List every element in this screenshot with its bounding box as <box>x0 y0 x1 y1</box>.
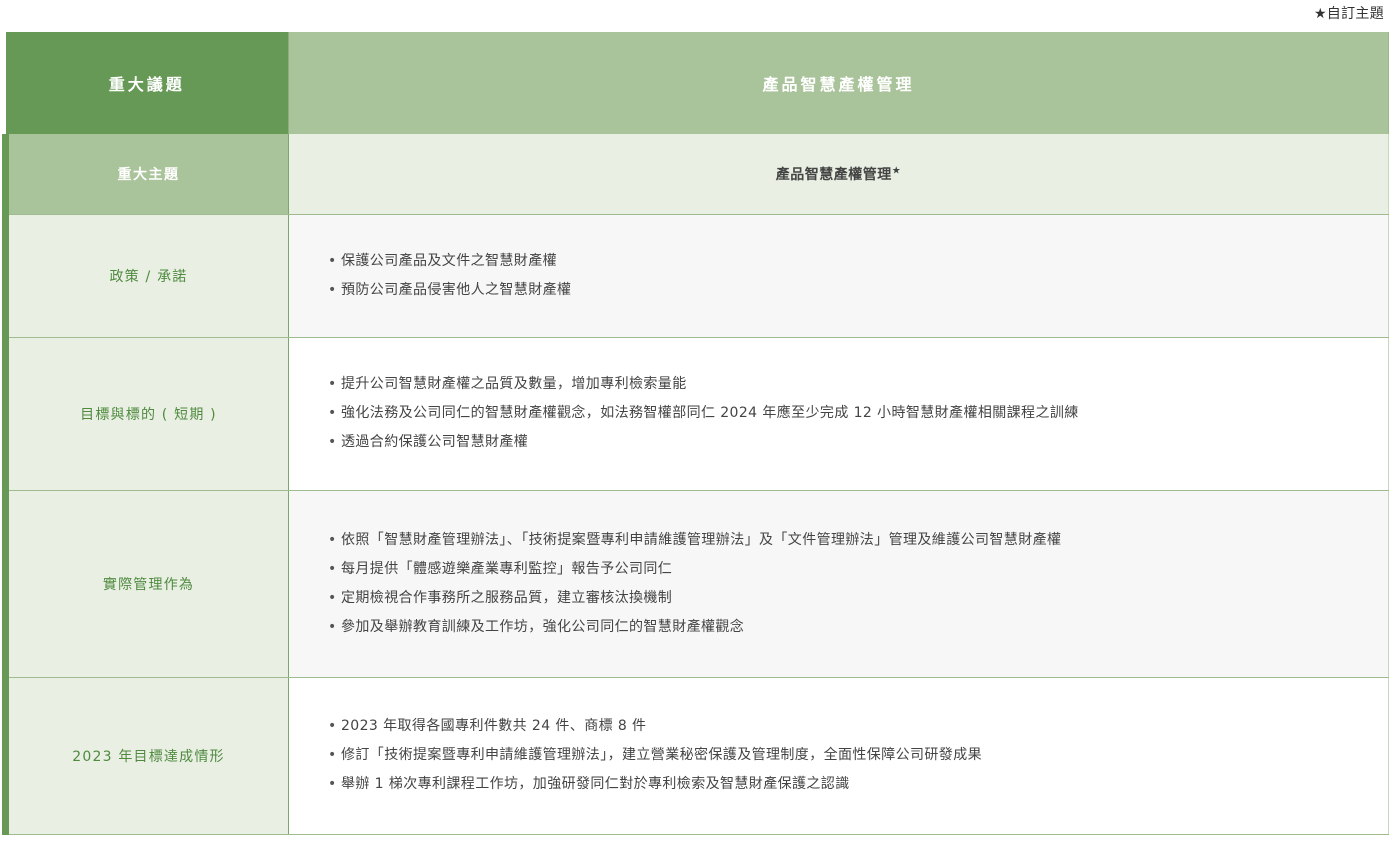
table-row: 政策 / 承諾 保護公司產品及文件之智慧財產權 預防公司產品侵害他人之智慧財產權 <box>2 214 1389 338</box>
achievement-list: 2023 年取得各國專利件數共 24 件、商標 8 件 修訂「技術提案暨專利申請… <box>289 712 1388 799</box>
custom-topic-note: ★自訂主題 <box>1313 6 1384 22</box>
actions-list: 依照「智慧財產管理辦法」、「技術提案暨專利申請維護管理辦法」及「文件管理辦法」管… <box>289 526 1388 642</box>
list-item: 定期檢視合作事務所之服務品質，建立審核汰換機制 <box>328 584 1388 613</box>
achievement-cell: 2023 年取得各國專利件數共 24 件、商標 8 件 修訂「技術提案暨專利申請… <box>288 677 1389 835</box>
goals-list: 提升公司智慧財產權之品質及數量，增加專利檢索量能 強化法務及公司同仁的智慧財產權… <box>289 370 1388 457</box>
table-row: 實際管理作為 依照「智慧財產管理辦法」、「技術提案暨專利申請維護管理辦法」及「文… <box>2 490 1389 678</box>
list-item: 強化法務及公司同仁的智慧財產權觀念，如法務智權部同仁 2024 年應至少完成 1… <box>328 399 1388 428</box>
material-topic-title: 產品智慧產權管理 <box>775 166 892 183</box>
table-header-row: 重大議題 產品智慧產權管理 <box>5 32 1389 134</box>
list-item: 預防公司產品侵害他人之智慧財產權 <box>328 276 1388 305</box>
policy-list: 保護公司產品及文件之智慧財產權 預防公司產品侵害他人之智慧財產權 <box>289 247 1388 305</box>
row-label-achievement: 2023 年目標達成情形 <box>2 677 289 835</box>
list-item: 提升公司智慧財產權之品質及數量，增加專利檢索量能 <box>328 370 1388 399</box>
row-label-material-topic: 重大主題 <box>2 134 289 215</box>
row-label-policy: 政策 / 承諾 <box>2 214 289 338</box>
table-row: 重大主題 產品智慧產權管理★ <box>2 134 1389 215</box>
actions-cell: 依照「智慧財產管理辦法」、「技術提案暨專利申請維護管理辦法」及「文件管理辦法」管… <box>288 490 1389 678</box>
header-material-issue: 重大議題 <box>5 32 289 134</box>
list-item: 2023 年取得各國專利件數共 24 件、商標 8 件 <box>328 712 1388 741</box>
policy-cell: 保護公司產品及文件之智慧財產權 預防公司產品侵害他人之智慧財產權 <box>288 214 1389 338</box>
list-item: 修訂「技術提案暨專利申請維護管理辦法」，建立營業秘密保護及管理制度，全面性保障公… <box>328 741 1388 770</box>
list-item: 參加及舉辦教育訓練及工作坊，強化公司同仁的智慧財產權觀念 <box>328 613 1388 642</box>
material-topic-table: 重大議題 產品智慧產權管理 重大主題 產品智慧產權管理★ 政策 / 承諾 保護公… <box>2 32 1389 835</box>
list-item: 透過合約保護公司智慧財產權 <box>328 428 1388 457</box>
star-icon: ★ <box>891 165 902 177</box>
material-topic-cell: 產品智慧產權管理★ <box>288 134 1389 215</box>
list-item: 每月提供「體感遊樂產業專利監控」報告予公司同仁 <box>328 555 1388 584</box>
table-row: 2023 年目標達成情形 2023 年取得各國專利件數共 24 件、商標 8 件… <box>2 677 1389 835</box>
table-row: 目標與標的 ( 短期 ) 提升公司智慧財產權之品質及數量，增加專利檢索量能 強化… <box>2 337 1389 491</box>
row-label-goals: 目標與標的 ( 短期 ) <box>2 337 289 491</box>
row-label-actions: 實際管理作為 <box>2 490 289 678</box>
header-issue-title: 產品智慧產權管理 <box>288 32 1389 134</box>
list-item: 舉辦 1 梯次專利課程工作坊，加強研發同仁對於專利檢索及智慧財產保護之認識 <box>328 770 1388 799</box>
list-item: 依照「智慧財產管理辦法」、「技術提案暨專利申請維護管理辦法」及「文件管理辦法」管… <box>328 526 1388 555</box>
goals-cell: 提升公司智慧財產權之品質及數量，增加專利檢索量能 強化法務及公司同仁的智慧財產權… <box>288 337 1389 491</box>
list-item: 保護公司產品及文件之智慧財產權 <box>328 247 1388 276</box>
